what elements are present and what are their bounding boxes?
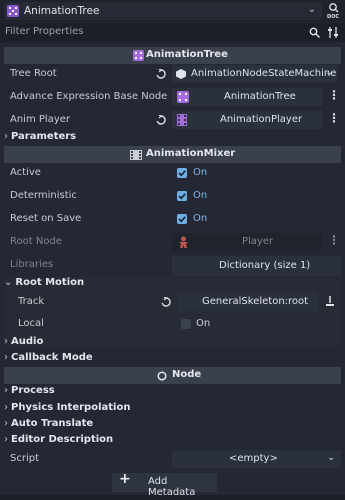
node-name: AnimationTree (24, 5, 100, 17)
advance-expression-label: Advance Expression Base Node (10, 91, 168, 102)
libraries-label: Libraries (10, 259, 54, 270)
script-value[interactable]: <empty> ⌄ (172, 450, 341, 468)
section-title: AnimationTree (146, 49, 228, 60)
auto-translate-group[interactable]: › Auto Translate (4, 418, 93, 429)
physics-interpolation-group[interactable]: › Physics Interpolation (4, 402, 130, 413)
section-animation-tree[interactable]: AnimationTree (4, 47, 341, 64)
chevron-down-icon[interactable]: ⌄ (308, 4, 316, 15)
reset-on-save-label: Reset on Save (10, 213, 82, 224)
chevron-down-icon: ⌄ (4, 277, 13, 288)
local-value: On (196, 318, 211, 329)
revert-icon[interactable] (156, 115, 166, 125)
animation-tree-icon (133, 50, 144, 61)
section-title: AnimationMixer (146, 148, 236, 159)
animation-mixer-icon (130, 150, 142, 160)
chevron-right-icon: › (4, 131, 8, 142)
track-value[interactable]: GeneralSkeleton:root (177, 292, 318, 311)
doc-icon-text: DOC (327, 14, 339, 20)
chevron-right-icon: › (4, 418, 8, 429)
node-icon (157, 371, 167, 381)
inspector-top-bar: AnimationTree ⌄ DOC (0, 0, 345, 22)
check-icon (178, 193, 186, 200)
filter-input[interactable]: Filter Properties (5, 26, 83, 37)
auto-translate-label: Auto Translate (11, 418, 94, 429)
add-metadata-button[interactable]: + Add Metadata (112, 471, 217, 498)
animation-tree-icon (7, 5, 19, 17)
active-label: Active (10, 167, 41, 178)
tools-icon[interactable] (327, 26, 340, 39)
chevron-right-icon: › (4, 434, 8, 445)
advance-expression-text: AnimationTree (224, 91, 296, 102)
deterministic-value: On (193, 190, 208, 201)
script-label: Script (10, 453, 40, 464)
section-title: Node (172, 369, 202, 380)
chevron-down-icon[interactable]: ⌄ (325, 67, 333, 78)
callback-mode-group[interactable]: › Callback Mode (4, 352, 93, 363)
physics-interpolation-label: Physics Interpolation (11, 402, 131, 413)
callback-mode-label: Callback Mode (11, 352, 93, 363)
audio-group[interactable]: › Audio (4, 336, 43, 347)
parameters-group[interactable]: › Parameters (4, 131, 76, 142)
character-icon (179, 236, 188, 248)
doc-button[interactable]: DOC (325, 2, 343, 20)
root-motion-label: Root Motion (15, 277, 85, 288)
animation-tree-icon (177, 91, 189, 103)
plus-icon: + (119, 471, 131, 487)
parameters-label: Parameters (11, 131, 77, 142)
chevron-right-icon: › (4, 352, 8, 363)
local-checkbox[interactable] (181, 319, 191, 329)
anim-player-value[interactable]: AnimationPlayer (172, 111, 322, 129)
chevron-right-icon: › (4, 402, 8, 413)
chevron-right-icon: › (4, 336, 8, 347)
bottom-strip (0, 495, 345, 500)
resource-icon (176, 69, 186, 79)
process-label: Process (11, 385, 55, 396)
tree-root-label: Tree Root (10, 68, 57, 79)
check-icon (178, 170, 186, 177)
local-label: Local (18, 318, 44, 329)
root-node-value[interactable]: Player (172, 233, 322, 251)
libraries-value[interactable]: Dictionary (size 1) (172, 256, 341, 276)
process-group[interactable]: › Process (4, 385, 55, 396)
active-value: On (193, 167, 208, 178)
root-node-text: Player (242, 236, 274, 247)
search-icon[interactable] (309, 27, 320, 38)
advance-expression-value[interactable]: AnimationTree (172, 88, 322, 106)
deterministic-label: Deterministic (10, 190, 77, 201)
section-node[interactable]: Node (4, 367, 341, 384)
animation-player-icon (177, 114, 187, 126)
reset-on-save-value: On (193, 213, 208, 224)
libraries-text: Dictionary (size 1) (219, 260, 311, 271)
editor-description-label: Editor Description (11, 434, 114, 445)
revert-icon[interactable] (161, 297, 171, 307)
filter-bar: Filter Properties (0, 23, 345, 42)
menu-icon[interactable]: ⋮ (328, 233, 340, 247)
check-icon (178, 216, 186, 223)
anim-player-text: AnimationPlayer (220, 114, 303, 125)
search-doc-icon: DOC (327, 3, 339, 20)
tree-root-value[interactable]: AnimationNodeStateMachine ⌄ (172, 65, 337, 83)
script-text: <empty> (229, 453, 278, 464)
audio-label: Audio (11, 336, 44, 347)
deterministic-checkbox[interactable] (177, 191, 187, 201)
section-animation-mixer[interactable]: AnimationMixer (4, 146, 341, 163)
track-text: GeneralSkeleton:root (202, 296, 309, 307)
menu-icon[interactable]: ⋮ (328, 111, 340, 125)
active-checkbox[interactable] (177, 168, 187, 178)
reset-on-save-checkbox[interactable] (177, 214, 187, 224)
root-motion-group[interactable]: ⌄ Root Motion (4, 277, 84, 288)
root-node-label: Root Node (10, 236, 62, 247)
tree-root-text: AnimationNodeStateMachine (191, 68, 337, 79)
edit-track-icon[interactable] (325, 296, 335, 307)
chevron-right-icon: › (4, 385, 8, 396)
menu-icon[interactable]: ⋮ (328, 88, 340, 102)
node-selector[interactable]: AnimationTree ⌄ (4, 2, 322, 20)
revert-icon[interactable] (156, 69, 166, 79)
editor-description-group[interactable]: › Editor Description (4, 434, 113, 445)
track-label: Track (18, 296, 45, 307)
chevron-down-icon[interactable]: ⌄ (327, 452, 335, 463)
anim-player-label: Anim Player (10, 114, 70, 125)
